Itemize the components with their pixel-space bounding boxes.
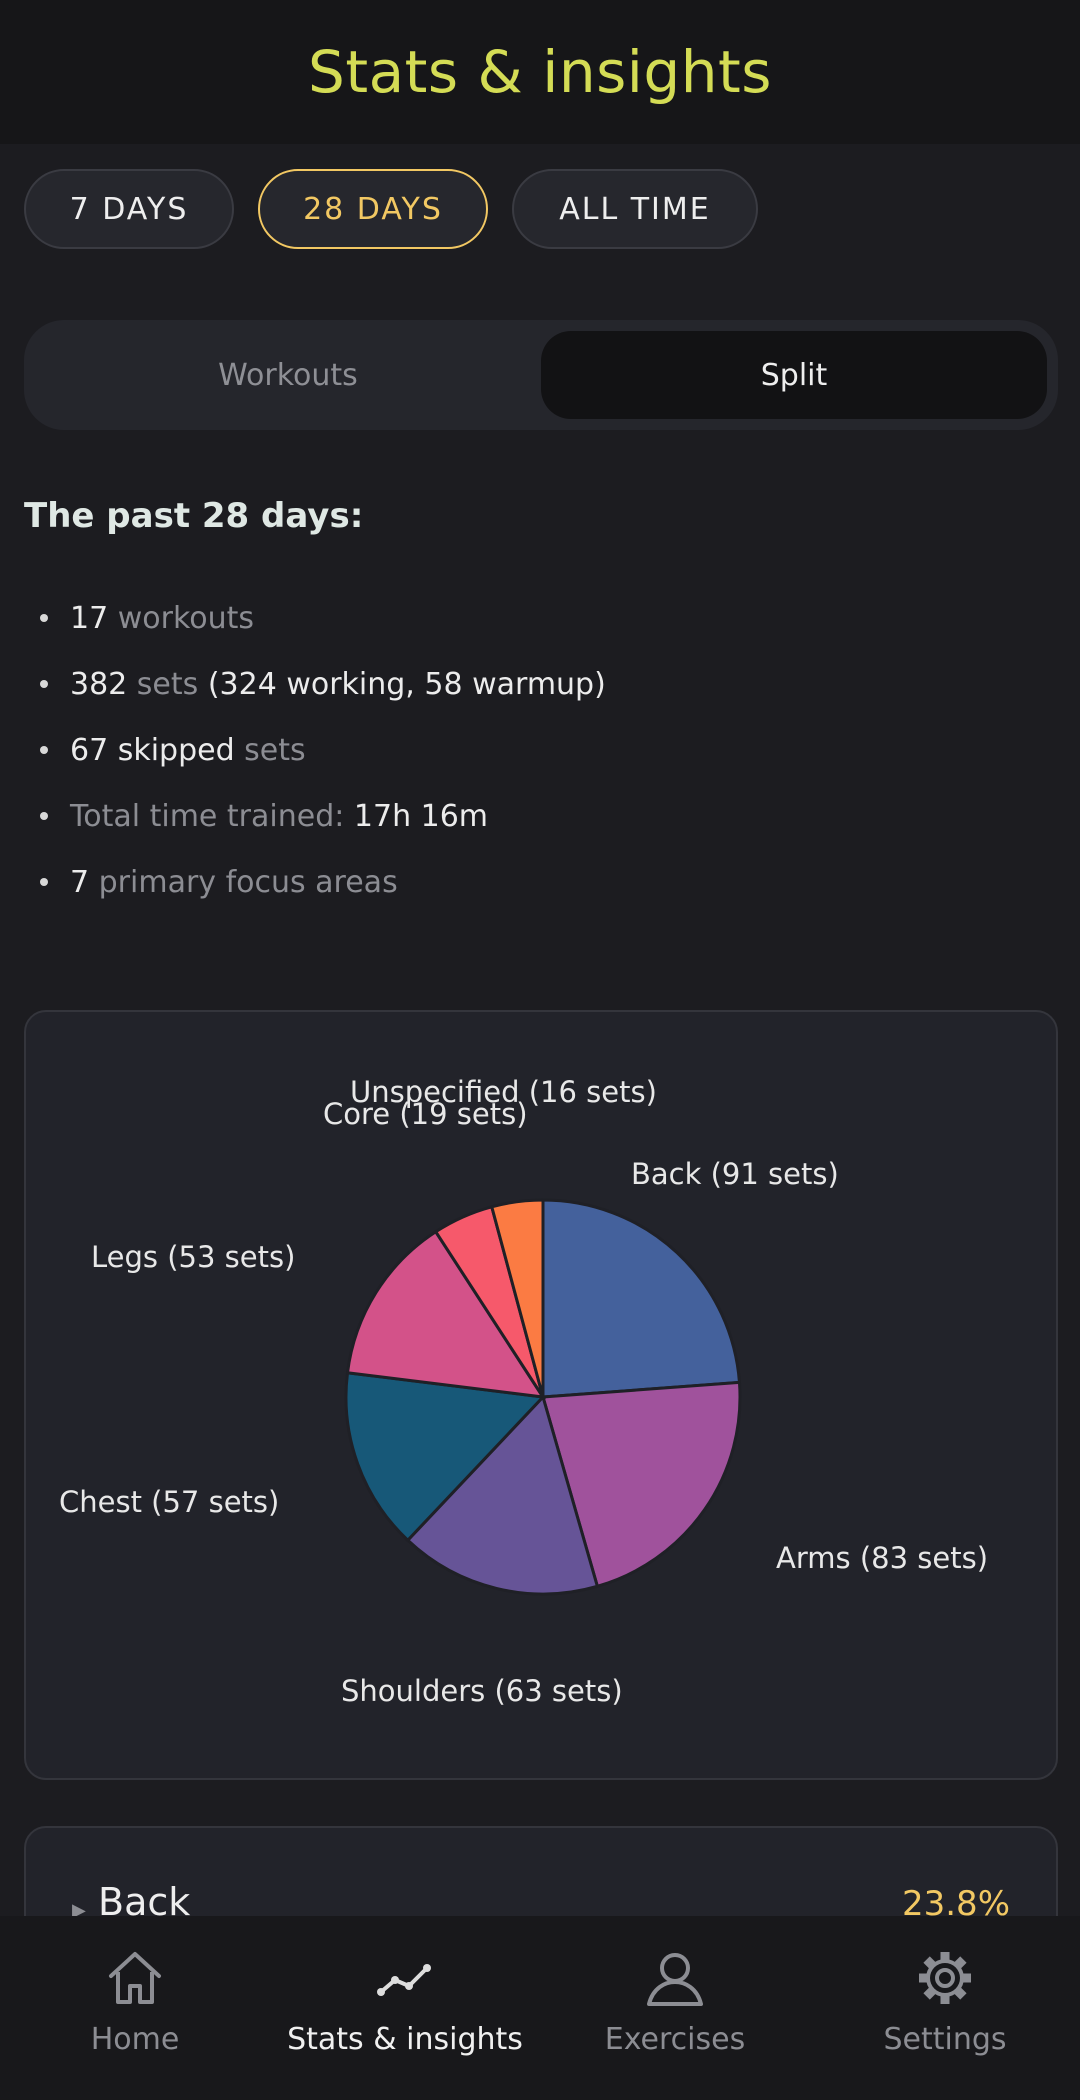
nav-settings-label: Settings — [883, 2022, 1007, 2057]
list-item: Total time trained: 17h 16m — [40, 783, 606, 849]
tab-workouts[interactable]: Workouts — [35, 331, 541, 419]
pie-label-shoulders: Shoulders (63 sets) — [341, 1674, 623, 1708]
workouts-count: 17 — [70, 600, 109, 636]
pie-slice-back — [541, 1198, 742, 1399]
focus-count: 7 — [70, 864, 90, 900]
list-item: 382 sets (324 working, 58 warmup) — [40, 651, 606, 717]
range-all-time-chip[interactable]: ALL TIME — [512, 169, 758, 249]
gear-icon — [919, 1952, 971, 2004]
split-pie-chart: Back (91 sets) Arms (83 sets) Shoulders (6… — [59, 1075, 988, 1708]
view-toggle: Workouts Split — [24, 320, 1058, 430]
person-icon — [647, 1953, 703, 2006]
summary-list: 17 workouts 382 sets (324 working, 58 wa… — [40, 585, 606, 915]
pie-label-chest: Chest (57 sets) — [59, 1485, 279, 1519]
nav-home[interactable]: Home — [0, 1916, 270, 2100]
time-range-selector: 7 DAYS 28 DAYS ALL TIME — [24, 169, 758, 249]
nav-exercises-label: Exercises — [604, 2022, 746, 2057]
nav-home-label: Home — [90, 2022, 180, 2057]
bullet — [40, 812, 48, 820]
bullet — [40, 614, 48, 622]
workouts-label: workouts — [108, 600, 255, 636]
nav-stats[interactable]: Stats & insights — [270, 1916, 540, 2100]
tab-split[interactable]: Split — [541, 331, 1047, 419]
bullet — [40, 680, 48, 688]
list-item: 17 workouts — [40, 585, 606, 651]
nav-settings[interactable]: Settings — [810, 1916, 1080, 2100]
focus-label: primary focus areas — [89, 864, 398, 900]
list-item: 67 skipped sets — [40, 717, 606, 783]
list-item: 7 primary focus areas — [40, 849, 606, 915]
pie-label-legs: Legs (53 sets) — [91, 1240, 295, 1274]
summary-title: The past 28 days: — [24, 496, 364, 536]
time-value: 17h 16m — [353, 798, 489, 834]
range-28-days-chip[interactable]: 28 DAYS — [258, 169, 488, 249]
sets-count: 382 — [70, 666, 128, 702]
app-header: Stats & insights — [0, 0, 1080, 144]
page-title: Stats & insights — [308, 38, 772, 106]
pie-label-arms: Arms (83 sets) — [776, 1541, 988, 1575]
skipped-count: 67 skipped — [70, 732, 235, 768]
nav-exercises[interactable]: Exercises — [540, 1916, 810, 2100]
bottom-navigation: Home Stats & insights Exercises Settings — [0, 1916, 1080, 2100]
sets-label: sets — [127, 666, 199, 702]
nav-stats-label: Stats & insights — [287, 2022, 523, 2057]
bullet — [40, 878, 48, 886]
skipped-label: sets — [234, 732, 306, 768]
pie-label-unspecified: Unspecified (16 sets) — [350, 1075, 657, 1109]
home-icon — [109, 1952, 161, 2004]
pie-label-back: Back (91 sets) — [631, 1157, 839, 1191]
bullet — [40, 746, 48, 754]
split-chart-card: Back (91 sets) Arms (83 sets) Shoulders (6… — [24, 1010, 1058, 1780]
trend-icon — [377, 1964, 431, 1996]
range-7-days-chip[interactable]: 7 DAYS — [24, 169, 234, 249]
sets-breakdown: (324 working, 58 warmup) — [198, 666, 606, 702]
time-label: Total time trained: — [70, 798, 354, 834]
